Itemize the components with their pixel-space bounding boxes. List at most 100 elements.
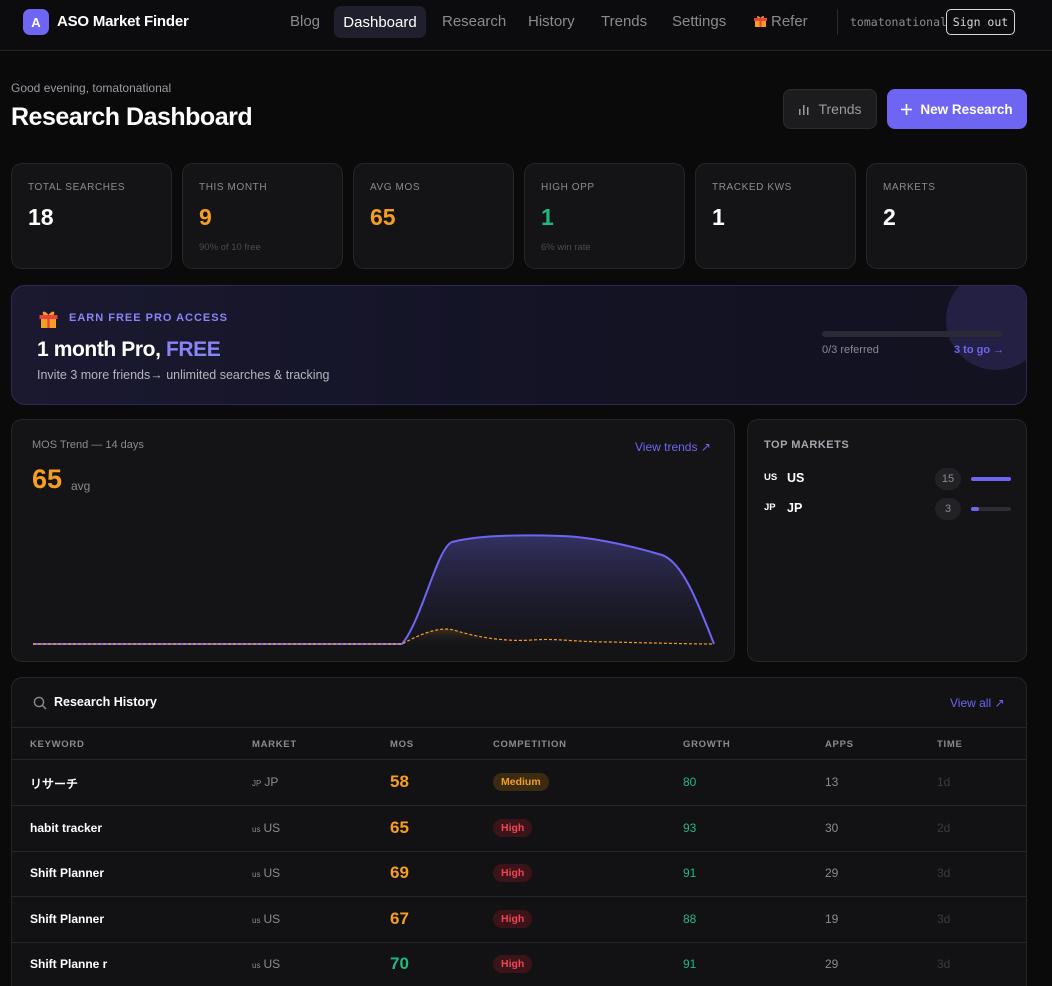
history-title: Research History — [54, 695, 157, 709]
page-title: Research Dashboard — [11, 103, 253, 131]
market-row[interactable]: US US 15 — [764, 468, 1011, 490]
market-row[interactable]: JP JP 3 — [764, 498, 1011, 520]
market-share-bar — [971, 507, 1011, 511]
keyword-cell[interactable]: Shift Planner — [30, 912, 104, 926]
promo-headline-prefix: 1 month Pro, — [37, 338, 166, 361]
keyword-cell[interactable]: リサーチ — [30, 775, 78, 792]
promo-eyebrow: EARN FREE PRO ACCESS — [69, 312, 228, 324]
market-flag: us — [252, 915, 261, 925]
plus-icon — [901, 103, 913, 115]
stat-value: 1 — [541, 204, 554, 230]
view-all-link[interactable]: View all ↗ — [950, 696, 1005, 710]
mos-average-unit: avg — [71, 479, 91, 493]
col-keyword[interactable]: KEYWORD — [30, 739, 85, 750]
market-flag: us — [252, 824, 261, 834]
nav-link-history[interactable]: History — [528, 13, 575, 30]
growth-cell: 91 — [683, 957, 697, 971]
table-row[interactable]: habit tracker us US 65 High 93 30 2d — [12, 806, 1026, 852]
nav-link-settings[interactable]: Settings — [672, 13, 726, 30]
referral-progress-bar — [822, 331, 1003, 337]
mos-cell: 70 — [390, 954, 409, 973]
market-flag: JP — [252, 779, 262, 788]
col-apps[interactable]: APPS — [825, 739, 854, 750]
market-share-bar — [971, 477, 1011, 481]
market-count-badge: 15 — [935, 468, 961, 490]
mos-cell: 58 — [390, 772, 409, 791]
stat-value: 9 — [199, 204, 212, 230]
table-row[interactable]: リサーチ JP JP 58 Medium 80 13 1d — [12, 760, 1026, 806]
promo-headline: 1 month Pro, FREE — [37, 338, 221, 362]
sign-out-button[interactable]: Sign out — [946, 9, 1015, 35]
stat-card: THIS MONTH 9 90% of 10 free — [182, 163, 343, 269]
top-nav: A ASO Market Finder Blog Dashboard Resea… — [0, 0, 1052, 51]
search-icon — [33, 696, 47, 710]
market-cell: us US — [252, 957, 280, 971]
market-flag: US — [764, 472, 778, 483]
stat-value: 1 — [712, 204, 725, 230]
mos-average-value: 65 — [32, 464, 63, 494]
promo-headline-free: FREE — [165, 338, 221, 361]
stat-subtext: 6% win rate — [541, 242, 591, 253]
col-time[interactable]: TIME — [937, 739, 963, 750]
growth-cell: 91 — [683, 866, 697, 880]
market-code: JP — [264, 775, 279, 789]
nav-link-blog[interactable]: Blog — [290, 13, 320, 30]
stat-card: HIGH OPP 1 6% win rate — [524, 163, 685, 269]
keyword-cell[interactable]: Shift Planne r — [30, 957, 107, 971]
referral-to-go[interactable]: 3 to go → — [954, 344, 1004, 356]
time-cell: 3d — [937, 957, 951, 971]
nav-link-research[interactable]: Research — [442, 13, 506, 30]
col-growth[interactable]: GROWTH — [683, 739, 730, 750]
stat-value: 18 — [28, 204, 54, 230]
time-cell: 3d — [937, 911, 951, 926]
logo-icon[interactable]: A — [23, 9, 49, 35]
col-competition[interactable]: COMPETITION — [493, 739, 567, 750]
view-trends-link[interactable]: View trends ↗ — [635, 440, 711, 454]
growth-cell: 88 — [683, 911, 697, 926]
col-mos[interactable]: MOS — [390, 739, 414, 750]
table-row[interactable]: Shift Planner us US 69 High 91 29 3d — [12, 851, 1026, 897]
promo-description: Invite 3 more friends→ unlimited searche… — [37, 368, 330, 382]
brand-name[interactable]: ASO Market Finder — [57, 13, 189, 30]
nav-link-dashboard[interactable]: Dashboard — [334, 6, 426, 38]
bar-chart-icon — [799, 105, 809, 115]
new-research-label: New Research — [920, 101, 1013, 117]
stat-label: THIS MONTH — [199, 182, 268, 193]
stat-value: 65 — [370, 204, 396, 230]
keyword-cell[interactable]: habit tracker — [30, 821, 102, 835]
trends-button[interactable]: Trends — [783, 89, 877, 129]
stat-value: 2 — [883, 204, 896, 230]
time-cell: 1d — [937, 775, 951, 789]
market-cell: JP JP — [252, 775, 278, 789]
table-row[interactable]: Shift Planne r us US 70 High 91 29 3d — [12, 942, 1026, 986]
time-cell: 2d — [937, 820, 951, 835]
competition-badge: High — [493, 955, 533, 973]
market-name: JP — [787, 501, 803, 515]
mos-trend-chart — [33, 534, 715, 645]
col-market[interactable]: MARKET — [252, 739, 297, 750]
apps-cell: 19 — [825, 911, 839, 926]
nav-divider — [837, 9, 838, 35]
mos-cell: 69 — [390, 863, 409, 882]
nav-link-trends[interactable]: Trends — [601, 13, 647, 30]
stat-card: TRACKED KWS 1 — [695, 163, 856, 269]
nav-link-refer[interactable]: Refer — [754, 13, 808, 30]
new-research-button[interactable]: New Research — [887, 89, 1027, 129]
market-cell: us US — [252, 866, 280, 880]
competition-badge: High — [493, 909, 533, 928]
stat-label: TOTAL SEARCHES — [28, 182, 126, 193]
research-history-card: Research History View all ↗ KEYWORD MARK… — [11, 677, 1027, 986]
stat-card: MARKETS 2 — [866, 163, 1027, 269]
top-markets-card: TOP MARKETS US US 15 JP JP 3 — [747, 419, 1027, 662]
decorative-circle — [946, 286, 1026, 370]
keyword-cell[interactable]: Shift Planner — [30, 866, 104, 880]
mos-trend-card: MOS Trend — 14 days View trends ↗ 65 avg — [11, 419, 735, 662]
mos-cell: 67 — [390, 908, 409, 928]
market-code: US — [263, 911, 281, 926]
referral-banner[interactable]: EARN FREE PRO ACCESS 1 month Pro, FREE I… — [11, 285, 1027, 405]
market-share-fill — [971, 477, 1011, 481]
market-flag: us — [252, 870, 261, 879]
table-row[interactable]: Shift Planner us US 67 High 88 19 3d — [12, 897, 1026, 943]
apps-cell: 30 — [825, 820, 839, 835]
table-header: KEYWORD MARKET MOS COMPETITION GROWTH AP… — [12, 728, 1026, 760]
